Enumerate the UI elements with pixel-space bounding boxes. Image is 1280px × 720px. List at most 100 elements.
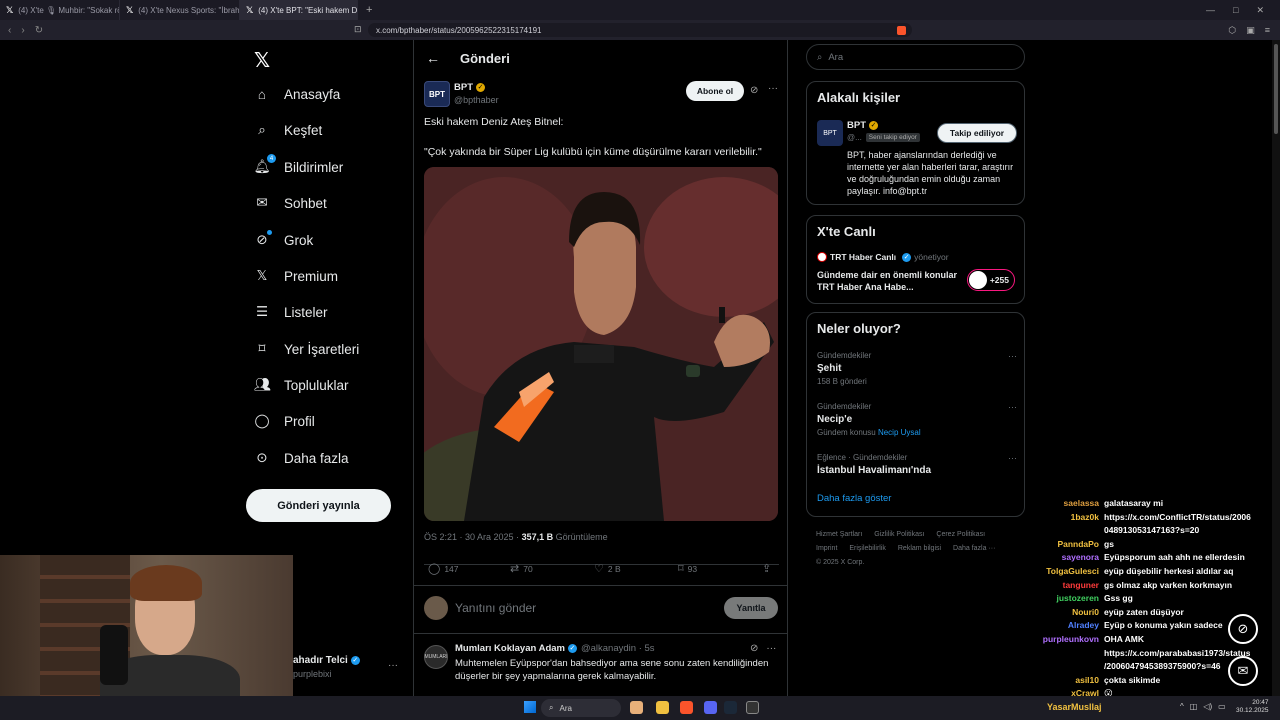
sidebar-item-grok[interactable]: ⊘ Grok bbox=[254, 228, 313, 252]
more-icon[interactable]: ··· bbox=[1008, 402, 1017, 412]
reload-icon[interactable]: ↻ bbox=[35, 25, 43, 36]
share-action[interactable]: ⇪ bbox=[762, 562, 771, 575]
more-icon[interactable]: ··· bbox=[1008, 453, 1017, 463]
bookmark-page-icon[interactable]: ⊡ bbox=[354, 24, 362, 35]
commenter-name[interactable]: Mumları Koklayan Adam ✓ @alkanaydin · 5s bbox=[455, 643, 655, 654]
minimize-icon[interactable]: — bbox=[1206, 5, 1215, 16]
back-arrow-icon[interactable]: ← bbox=[426, 50, 442, 66]
reply-input[interactable]: Yanıtını gönder bbox=[455, 601, 536, 615]
author-name[interactable]: BPT ✓ bbox=[454, 82, 485, 93]
sidebar-item-daha-fazla[interactable]: ⊙ Daha fazla bbox=[254, 446, 348, 470]
footer-link[interactable]: Daha fazla ··· bbox=[953, 545, 995, 552]
mail-icon[interactable]: ✉ bbox=[1228, 656, 1258, 686]
sidebar-item-yer-i-şaretleri[interactable]: ⌑ Yer İşaretleri bbox=[254, 337, 360, 361]
sidebar-item-listeler[interactable]: ☰ Listeler bbox=[254, 300, 328, 324]
trend-name: İstanbul Havalimanı'nda bbox=[817, 465, 932, 476]
repost-action[interactable]: ⇄ 70 bbox=[510, 562, 533, 575]
close-icon[interactable]: ✕ bbox=[1256, 5, 1264, 16]
clock[interactable]: 20:47 30.12.2025 bbox=[1236, 699, 1269, 715]
more-icon[interactable]: ··· bbox=[1008, 351, 1017, 361]
post-image[interactable] bbox=[424, 167, 778, 521]
chat-username: justozeren bbox=[1056, 593, 1099, 604]
trend-item[interactable]: Gündemdekiler Şehit 158 B gönderi ··· bbox=[817, 351, 1017, 386]
more-icon[interactable]: ··· bbox=[388, 660, 398, 671]
chat-username: 1baz0k bbox=[1070, 511, 1099, 522]
related-name[interactable]: BPT ✓ bbox=[847, 120, 878, 131]
folder-icon[interactable] bbox=[656, 701, 669, 714]
maximize-icon[interactable]: □ bbox=[1233, 5, 1238, 16]
extensions-icon[interactable]: ⬡ bbox=[1228, 25, 1236, 36]
footer-link[interactable]: Gizlilik Politikası bbox=[874, 531, 924, 538]
footer-link[interactable]: Reklam bilgisi bbox=[898, 545, 941, 552]
bookmark-action[interactable]: ⌑ 93 bbox=[678, 562, 697, 575]
related-handle: @... Seni takip ediyor bbox=[847, 133, 920, 142]
post-time[interactable]: ÖS 2:21 · 30 Ara 2025 · bbox=[424, 532, 522, 542]
chat-username: tanguner bbox=[1062, 579, 1099, 590]
browser-tab[interactable]: 𝕏 (4) X'te 🎙 Muhbir: "Sokak röportaj" bbox=[0, 0, 120, 20]
more-icon[interactable]: ··· bbox=[766, 643, 776, 654]
grok-icon[interactable]: ⊘ bbox=[750, 85, 758, 96]
discord-icon[interactable] bbox=[704, 701, 717, 714]
following-button[interactable]: Takip ediliyor bbox=[937, 123, 1017, 143]
menu-icon[interactable]: ≡ bbox=[1265, 25, 1270, 36]
browser-tab-active[interactable]: 𝕏 (4) X'te BPT: "Eski hakem Deniz" bbox=[240, 0, 358, 20]
reply-action[interactable]: ◯ 147 bbox=[428, 562, 459, 575]
sidebar-item-sohbet[interactable]: ✉ Sohbet bbox=[254, 191, 326, 215]
scroll-thumb[interactable] bbox=[1274, 44, 1278, 134]
chat-username: purpleunkovn bbox=[1042, 634, 1099, 644]
reply-count: 147 bbox=[444, 563, 459, 574]
sidebar-item-label: Bildirimler bbox=[284, 159, 344, 175]
chevron-up-icon[interactable]: ^ bbox=[1180, 702, 1184, 711]
brave-shield-icon[interactable] bbox=[897, 25, 906, 35]
sidebar-item-bildirimler[interactable]: 🔔︎ 4 Bildirimler bbox=[253, 154, 344, 179]
wallet-icon[interactable]: ▣ bbox=[1246, 25, 1255, 36]
forward-icon[interactable]: › bbox=[21, 25, 24, 36]
subscribe-button[interactable]: Abone ol bbox=[686, 81, 744, 101]
panel-title: Alakalı kişiler bbox=[817, 90, 901, 105]
widget-icon[interactable] bbox=[630, 701, 643, 714]
browser-tab[interactable]: 𝕏 (4) X'te Nexus Sports: "İbrahim Seten" bbox=[120, 0, 240, 20]
network-icon[interactable]: ◫ bbox=[1190, 702, 1198, 711]
windows-start-icon[interactable] bbox=[524, 701, 536, 713]
volume-icon[interactable]: ◁) bbox=[1203, 702, 1212, 711]
steam-icon[interactable] bbox=[724, 701, 737, 714]
related-avatar[interactable]: BPT bbox=[817, 120, 843, 146]
reply-button[interactable]: Yanıtla bbox=[724, 597, 778, 619]
author-avatar[interactable]: BPT bbox=[424, 81, 450, 107]
live-source[interactable]: TRT Haber Canlı ✓ yönetiyor bbox=[817, 252, 949, 262]
sidebar-item-topluluklar[interactable]: 👥︎ Topluluklar bbox=[253, 373, 348, 397]
footer-link[interactable]: Hizmet Şartları bbox=[816, 531, 862, 538]
account-name[interactable]: ahadır Telci ✓ bbox=[293, 655, 360, 666]
sidebar-item-anasayfa[interactable]: ⌂ Anasayfa bbox=[254, 82, 340, 106]
scrollbar[interactable] bbox=[1272, 40, 1280, 696]
live-listeners[interactable]: +255 bbox=[967, 269, 1015, 291]
like-action[interactable]: ♡ 2 B bbox=[594, 562, 621, 575]
commenter-avatar[interactable]: MUMLARI bbox=[424, 645, 448, 669]
app-icon[interactable] bbox=[746, 701, 759, 714]
chat-username bbox=[1040, 661, 1104, 675]
footer-link[interactable]: Imprint bbox=[816, 545, 837, 552]
sidebar-item-profil[interactable]: ◯ Profil bbox=[254, 409, 314, 433]
url-field[interactable]: x.com/bpthaber/status/200596252231517419… bbox=[368, 23, 912, 37]
sidebar-item-keşfet[interactable]: ⌕ Keşfet bbox=[254, 118, 322, 142]
trend-item[interactable]: Gündemdekiler Necip'e Gündem konusu Neci… bbox=[817, 402, 1017, 437]
footer-link[interactable]: Erişilebilirlik bbox=[849, 545, 886, 552]
live-text[interactable]: Gündeme dair en önemli konular TRT Haber… bbox=[817, 269, 959, 293]
trend-item[interactable]: Eğlence · Gündemdekiler İstanbul Havalim… bbox=[817, 453, 1017, 476]
battery-icon[interactable]: ▭ bbox=[1218, 702, 1226, 711]
grok-icon[interactable]: ⊘ bbox=[1228, 614, 1258, 644]
post-button[interactable]: Gönderi yayınla bbox=[246, 489, 391, 522]
more-icon[interactable]: ··· bbox=[768, 83, 778, 94]
show-more-link[interactable]: Daha fazla göster bbox=[817, 493, 891, 504]
search-input[interactable]: ⌕ Ara bbox=[806, 44, 1025, 70]
grok-icon[interactable]: ⊘ bbox=[750, 643, 758, 654]
brave-icon[interactable] bbox=[680, 701, 693, 714]
footer-link[interactable]: Çerez Politikası bbox=[936, 531, 985, 538]
back-icon[interactable]: ‹ bbox=[8, 25, 11, 36]
sidebar-item-premium[interactable]: 𝕏 Premium bbox=[254, 264, 338, 288]
new-tab-icon[interactable]: + bbox=[358, 4, 380, 16]
trend-link[interactable]: Necip Uysal bbox=[878, 428, 921, 437]
author-handle[interactable]: @bpthaber bbox=[454, 95, 499, 105]
x-logo-icon[interactable]: 𝕏 bbox=[254, 48, 270, 73]
taskbar-search[interactable]: ⌕ Ara bbox=[541, 699, 621, 717]
